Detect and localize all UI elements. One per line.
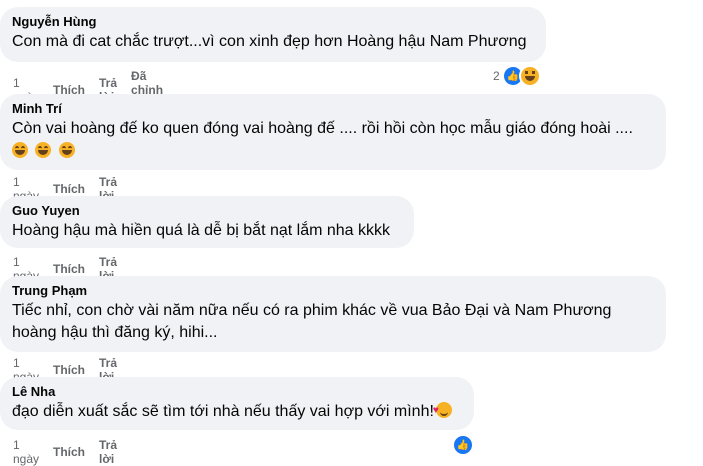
comment-text: Còn vai hoàng đế ko quen đóng vai hoàng …	[12, 120, 633, 137]
grinning-squint-emoji	[12, 142, 28, 158]
reaction-count: 2	[493, 69, 500, 83]
comment-bubble: Trung Phạm Tiếc nhỉ, con chờ vài năm nữa…	[0, 276, 666, 352]
comment-author[interactable]: Nguyễn Hùng	[12, 14, 534, 30]
like-button[interactable]: Thích	[53, 363, 85, 377]
comment-text: đạo diễn xuất sắc sẽ tìm tới nhà nếu thấ…	[12, 403, 434, 420]
like-icon: 👍	[452, 434, 474, 456]
comment-emoji-line	[12, 141, 654, 163]
comment-author[interactable]: Minh Trí	[12, 101, 654, 117]
comment-author[interactable]: Lê Nha	[12, 384, 462, 400]
grinning-squint-emoji	[58, 142, 75, 158]
haha-icon	[518, 65, 541, 87]
comment-text-line: Tiếc nhỉ, con chờ vài năm nữa nếu có ra …	[12, 302, 612, 319]
comment-text: Con mà đi cat chắc trượt...vì con xinh đ…	[12, 33, 527, 50]
comment-bubble: Nguyễn Hùng Con mà đi cat chắc trượt...v…	[0, 7, 546, 62]
comment-author[interactable]: Trung Phạm	[12, 283, 654, 299]
reaction-summary[interactable]: 👍	[452, 434, 474, 456]
comment-time[interactable]: 1 ngày	[13, 438, 39, 466]
comment-bubble: Minh Trí Còn vai hoàng đế ko quen đóng v…	[0, 94, 666, 170]
comment-author[interactable]: Guo Yuyen	[12, 203, 402, 219]
reaction-summary[interactable]: 2 👍	[493, 65, 541, 87]
like-button[interactable]: Thích	[53, 445, 85, 459]
smiling-face-with-hearts-emoji	[433, 400, 452, 422]
comment-bubble: Guo Yuyen Hoàng hậu mà hiền quá là dễ bị…	[0, 196, 414, 248]
comment-bubble: Lê Nha đạo diễn xuất sắc sẽ tìm tới nhà …	[0, 377, 474, 430]
grinning-squint-emoji	[35, 142, 52, 158]
like-button[interactable]: Thích	[53, 262, 85, 276]
comment-text-line: hoàng hậu thì đăng ký, hihi...	[12, 324, 218, 341]
like-button[interactable]: Thích	[53, 182, 85, 196]
reply-button[interactable]: Trả lời	[99, 438, 117, 466]
comment-text-wrap: đạo diễn xuất sắc sẽ tìm tới nhà nếu thấ…	[12, 400, 462, 423]
comment-text: Hoàng hậu mà hiền quá là dễ bị bắt nạt l…	[12, 222, 391, 239]
comment-actions: 1 ngày Thích Trả lời	[13, 438, 131, 466]
